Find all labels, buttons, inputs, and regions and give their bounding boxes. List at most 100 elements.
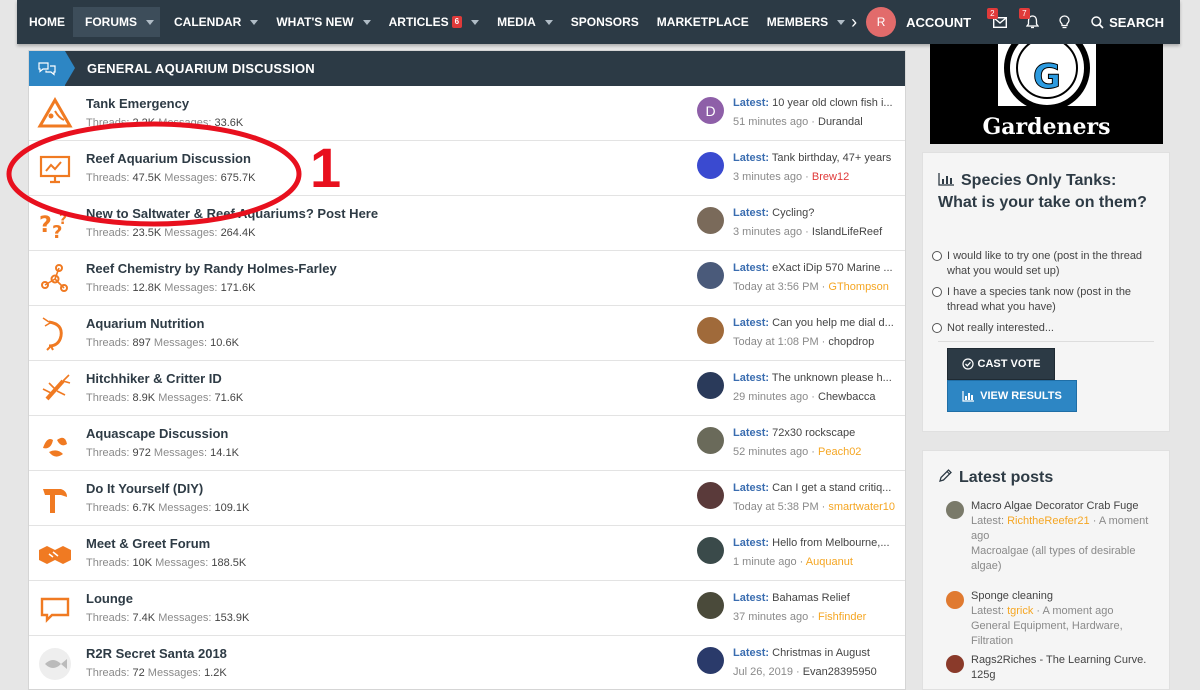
radio-button[interactable] (932, 287, 942, 297)
forum-title-link[interactable]: Tank Emergency (86, 96, 189, 111)
forum-row: Hitchhiker & Critter ID Threads: 8.9K Me… (29, 361, 905, 416)
chevron-down-icon[interactable] (146, 19, 154, 25)
latest-post-title[interactable]: Rags2Riches - The Learning Curve. 125g (971, 653, 1161, 683)
latest-poster-avatar[interactable] (697, 537, 724, 564)
poster-avatar[interactable] (946, 655, 964, 673)
latest-poster-avatar[interactable] (697, 152, 724, 179)
latest-user-link[interactable]: smartwater10 (828, 501, 895, 513)
latest-user-link[interactable]: Evan28395950 (803, 666, 877, 678)
latest-poster-avatar[interactable] (697, 372, 724, 399)
alerts-button[interactable]: 7 (1019, 8, 1045, 35)
bar-chart-icon (938, 173, 954, 186)
latest-poster-avatar[interactable]: D (697, 97, 724, 124)
latest-user-link[interactable]: chopdrop (828, 336, 874, 348)
latest-poster-avatar[interactable] (697, 262, 724, 289)
cast-vote-button[interactable]: CAST VOTE (947, 348, 1055, 380)
chevron-down-icon[interactable] (362, 19, 371, 25)
nav-item-home[interactable]: HOME (17, 7, 71, 37)
nav-item-calendar[interactable]: CALENDAR (162, 7, 264, 37)
latest-poster-avatar[interactable] (697, 317, 724, 344)
account-link[interactable]: ACCOUNT (906, 15, 971, 30)
search-button[interactable]: SEARCH (1091, 15, 1164, 30)
latest-post-forum[interactable]: Macroalgae (all types of desirable algae… (971, 544, 1161, 574)
latest-user-link[interactable]: Fishfinder (818, 611, 866, 623)
latest-thread-link[interactable]: Latest: The unknown please h... (733, 372, 903, 384)
poll-option-2[interactable]: I have a species tank now (post in the t… (932, 285, 1147, 315)
latest-user-link[interactable]: Chewbacca (818, 391, 875, 403)
latest-post-user[interactable]: RichtheReefer21 (1007, 515, 1090, 527)
latest-label: Latest: (733, 262, 770, 274)
forum-title-link[interactable]: Meet & Greet Forum (86, 536, 210, 551)
forum-title-link[interactable]: New to Saltwater & Reef Aquariums? Post … (86, 206, 378, 221)
nav-item-media[interactable]: MEDIA (485, 7, 559, 37)
latest-user-link[interactable]: Auquanut (806, 556, 853, 568)
nav-item-articles[interactable]: ARTICLES 6 (377, 7, 485, 37)
latest-label: Latest: (733, 537, 770, 549)
latest-meta: Today at 5:38 PM · smartwater10 (733, 501, 896, 513)
latest-post-forum[interactable]: General Equipment, Hardware, Filtration (971, 619, 1161, 649)
latest-user-link[interactable]: Durandal (818, 116, 863, 128)
latest-user-link[interactable]: IslandLifeReef (812, 226, 882, 238)
latest-poster-avatar[interactable] (697, 592, 724, 619)
latest-thread-link[interactable]: Latest: Cycling? (733, 207, 903, 219)
latest-thread-link[interactable]: Latest: Can you help me dial d... (733, 317, 903, 329)
inbox-button[interactable]: 2 (987, 8, 1013, 35)
nav-item-forums[interactable]: FORUMS (73, 7, 160, 37)
poster-avatar[interactable] (946, 501, 964, 519)
forum-title-link[interactable]: Aquarium Nutrition (86, 316, 204, 331)
nav-item-members[interactable]: MEMBERS (755, 7, 851, 37)
chevron-down-icon[interactable] (544, 19, 553, 25)
forum-title-link[interactable]: Aquascape Discussion (86, 426, 228, 441)
latest-poster-avatar[interactable] (697, 647, 724, 674)
nav-item-sponsors[interactable]: SPONSORS (559, 7, 645, 37)
forum-title-link[interactable]: Do It Yourself (DIY) (86, 481, 203, 496)
latest-post-title[interactable]: Sponge cleaning (971, 589, 1161, 604)
latest-poster-avatar[interactable] (697, 427, 724, 454)
user-avatar[interactable]: R (866, 7, 897, 37)
forum-title-link[interactable]: Reef Chemistry by Randy Holmes-Farley (86, 261, 337, 276)
forum-title-link[interactable]: Hitchhiker & Critter ID (86, 371, 222, 386)
poll-option-3[interactable]: Not really interested... (932, 321, 1147, 336)
forum-title-link[interactable]: Reef Aquarium Discussion (86, 151, 251, 166)
latest-thread-link[interactable]: Latest: 10 year old clown fish i... (733, 97, 903, 109)
poll-option-1[interactable]: I would like to try one (post in the thr… (932, 249, 1147, 279)
nav-item-marketplace[interactable]: MARKETPLACE (645, 7, 755, 37)
chevron-down-icon[interactable] (471, 19, 480, 25)
latest-label: Latest: (733, 372, 770, 384)
latest-posts-widget: Latest posts Macro Algae Decorator Crab … (922, 450, 1170, 690)
sponsor-logo[interactable]: G Gardeners (930, 44, 1163, 144)
latest-thread-link[interactable]: Latest: Hello from Melbourne,... (733, 537, 903, 549)
category-header[interactable]: GENERAL AQUARIUM DISCUSSION (29, 51, 905, 86)
latest-thread-link[interactable]: Latest: Can I get a stand critiq... (733, 482, 903, 494)
forum-title-link[interactable]: R2R Secret Santa 2018 (86, 646, 227, 661)
latest-thread-link[interactable]: Latest: eXact iDip 570 Marine ... (733, 262, 903, 274)
latest-thread-link[interactable]: Latest: Tank birthday, 47+ years (733, 152, 903, 164)
latest-thread-link[interactable]: Latest: Christmas in August (733, 647, 903, 659)
poll-option-label: Not really interested... (947, 322, 1054, 334)
poster-avatar[interactable] (946, 591, 964, 609)
chevron-down-icon[interactable] (250, 19, 259, 25)
latest-post-user[interactable]: tgrick (1007, 605, 1033, 617)
view-results-button[interactable]: VIEW RESULTS (947, 380, 1077, 412)
latest-user-link[interactable]: GThompson (828, 281, 889, 293)
forum-stats: Threads: 972 Messages: 14.1K (86, 447, 239, 459)
latest-post-title[interactable]: Macro Algae Decorator Crab Fuge (971, 499, 1161, 514)
radio-button[interactable] (932, 323, 942, 333)
forum-title-link[interactable]: Lounge (86, 591, 133, 606)
latest-thread-link[interactable]: Latest: Bahamas Relief (733, 592, 903, 604)
latest-meta: 52 minutes ago · Peach02 (733, 446, 862, 458)
chevron-down-icon[interactable] (837, 19, 846, 25)
messages-count: 188.5K (211, 557, 247, 569)
latest-poster-avatar[interactable] (697, 482, 724, 509)
nav-item-what-s-new[interactable]: WHAT'S NEW (264, 7, 376, 37)
latest-poster-avatar[interactable] (697, 207, 724, 234)
nav-scroll-right-icon[interactable]: › (846, 12, 862, 33)
latest-user-link[interactable]: Brew12 (812, 171, 849, 183)
latest-thread-link[interactable]: Latest: 72x30 rockscape (733, 427, 903, 439)
coral-icon (37, 426, 73, 462)
latest-user-link[interactable]: Peach02 (818, 446, 861, 458)
whats-new-button[interactable] (1051, 9, 1077, 35)
svg-text:G: G (1033, 57, 1061, 97)
poll-title: Species Only Tanks: What is your take on… (938, 170, 1158, 214)
radio-button[interactable] (932, 251, 942, 261)
